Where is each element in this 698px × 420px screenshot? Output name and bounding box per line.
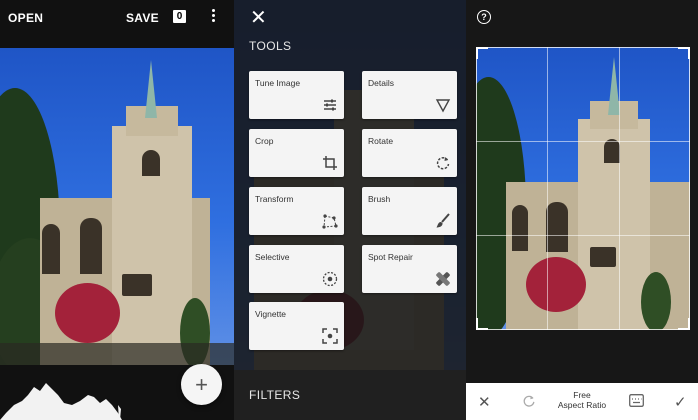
tool-label: Crop [255,136,274,146]
apply-check-icon[interactable]: ✓ [674,393,687,411]
cancel-icon[interactable]: ✕ [478,393,491,411]
add-fab-button[interactable]: + [181,364,222,405]
keyboard-icon[interactable] [629,394,644,407]
selective-icon [322,271,338,287]
aspect-ratio-label: Aspect Ratio [557,400,607,410]
tool-label: Transform [255,194,294,204]
crop-photo[interactable] [476,47,690,330]
tool-label: Brush [368,194,391,204]
tool-tune-image[interactable]: Tune Image [249,71,344,119]
more-options-icon[interactable] [210,9,216,25]
tool-spot-repair[interactable]: Spot Repair [362,245,457,293]
filters-heading: FILTERS [249,388,301,402]
bandage-icon [436,272,450,286]
crop-handle-top-left[interactable] [476,47,488,59]
tool-label: Details [368,78,394,88]
filters-bar[interactable]: FILTERS [234,370,466,420]
tool-brush[interactable]: Brush [362,187,457,235]
crop-handle-top-right[interactable] [678,47,690,59]
rotate-icon[interactable] [522,394,536,408]
rotate-icon [436,157,450,170]
crop-handle-bottom-right[interactable] [678,318,690,330]
crop-frame[interactable] [476,47,690,330]
tool-selective[interactable]: Selective [249,245,344,293]
tool-label: Selective [255,252,290,262]
tool-vignette[interactable]: Vignette [249,302,344,350]
open-button[interactable]: OPEN [8,11,43,25]
tool-label: Spot Repair [368,252,413,262]
save-count-badge[interactable]: 0 [173,10,186,23]
photo-preview[interactable] [0,48,234,365]
brush-icon [436,213,450,228]
save-button[interactable]: SAVE [126,11,159,25]
tool-label: Vignette [255,309,287,319]
tool-transform[interactable]: Transform [249,187,344,235]
sliders-icon [324,99,336,111]
editor-panel: OPEN SAVE 0 + [0,0,234,420]
aspect-ratio-value: Free [573,390,591,400]
tool-rotate[interactable]: Rotate [362,129,457,177]
crop-panel: ? ✕ Free Aspect Ratio ✓ [466,0,698,420]
help-icon[interactable]: ? [477,10,491,24]
crop-icon [323,156,337,170]
editor-topbar: OPEN SAVE 0 [0,0,234,34]
tool-label: Rotate [368,136,394,146]
triangle-down-icon [435,99,451,113]
vignette-icon [322,328,338,344]
transform-icon [322,214,338,229]
close-icon[interactable]: ✕ [250,8,267,28]
aspect-ratio-button[interactable]: Free Aspect Ratio [550,390,614,410]
tool-crop[interactable]: Crop [249,129,344,177]
tools-heading: TOOLS [249,39,292,53]
crop-toolbar: ✕ Free Aspect Ratio ✓ [466,383,698,420]
crop-handle-bottom-left[interactable] [476,318,488,330]
tools-panel: ✕ TOOLS Tune Image Details Crop Rotate T… [234,0,466,420]
tool-details[interactable]: Details [362,71,457,119]
tool-label: Tune Image [255,78,301,88]
